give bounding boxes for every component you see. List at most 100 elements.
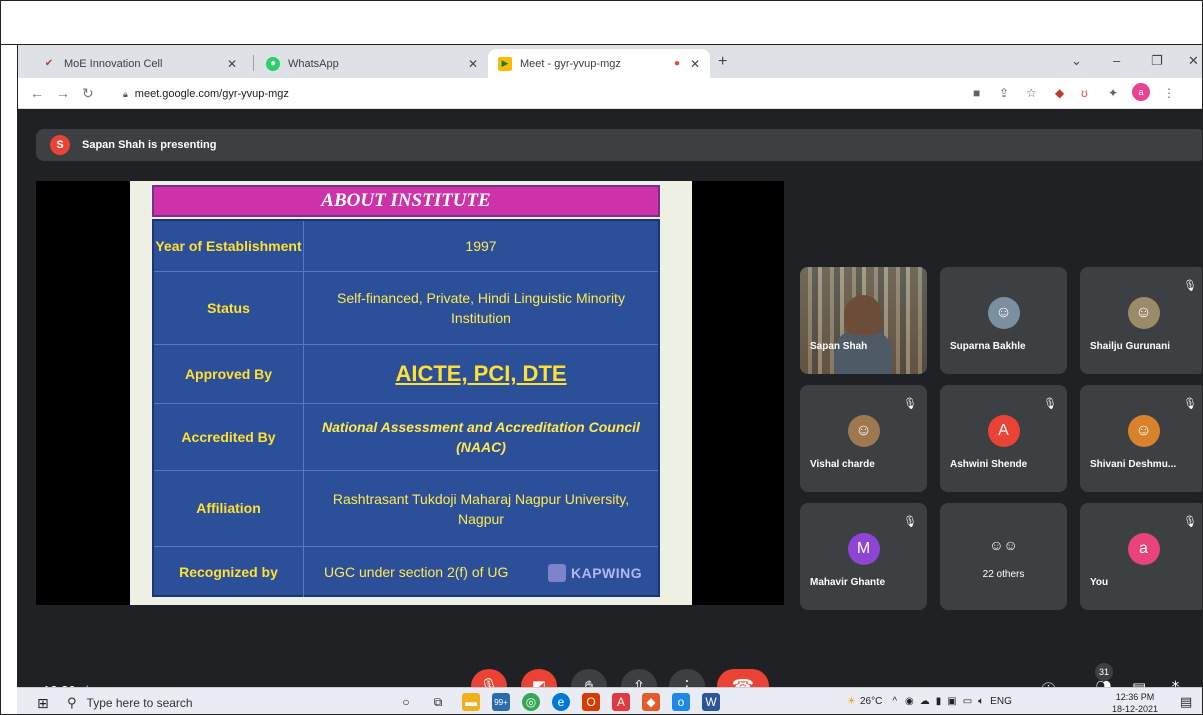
system-tray: ☀︎ 26°C ^ ◉ ☁︎ ▮ ▣ ▭ 🔈︎ ENG: [847, 696, 1012, 707]
shared-screen: ABOUT INSTITUTE Year of Establishment 19…: [36, 181, 784, 605]
taskbar-search[interactable]: ⚲ Type here to search: [67, 692, 397, 714]
taskbar-clock[interactable]: 12:36 PM 18-12-2021: [1112, 691, 1159, 714]
video-person-head: [844, 295, 882, 335]
pdf-icon[interactable]: A: [612, 693, 630, 711]
tab-title: WhatsApp: [288, 57, 339, 70]
back-icon[interactable]: ←: [30, 85, 44, 101]
chevron-up-icon[interactable]: ^: [892, 696, 897, 707]
camera-indicator-icon[interactable]: ■: [973, 86, 980, 100]
tray-app-icon[interactable]: ◉: [905, 696, 914, 707]
close-icon[interactable]: ✕: [468, 57, 478, 71]
tab-meet[interactable]: ▶ Meet - gyr-yvup-mgz ● ✕: [488, 49, 710, 78]
mic-off-icon: 🎙︎: [1183, 280, 1197, 292]
screenshot-frame: ✔ MoE Innovation Cell ✕ ● WhatsApp ✕ ▶ M…: [0, 0, 1203, 715]
language-indicator[interactable]: ENG: [990, 696, 1012, 707]
office-icon[interactable]: O: [582, 693, 600, 711]
participant-name: Shivani Deshmu...: [1090, 459, 1177, 470]
minimize-icon[interactable]: –: [1113, 53, 1120, 68]
row-value: Self-financed, Private, Hindi Linguistic…: [337, 290, 625, 326]
profile-photo: ☺: [1127, 415, 1160, 447]
row-label: Year of Establishment: [154, 221, 304, 271]
mic-off-icon: 🎙︎: [903, 516, 917, 528]
whatsapp-icon: ●: [266, 56, 280, 71]
participant-name: Shailju Gurunani: [1090, 341, 1171, 352]
participant-name: Sapan Shah: [810, 341, 868, 352]
extension-icon[interactable]: ʊ: [1081, 86, 1088, 100]
share-icon[interactable]: ⇪: [999, 86, 1009, 100]
address-toolbar: ← → ↻ 🔒︎ meet.google.com/gyr-yvup-mgz ■ …: [18, 78, 1202, 109]
avatar: M: [847, 533, 880, 565]
maximize-icon[interactable]: ❐: [1151, 53, 1163, 69]
battery-icon[interactable]: ▭: [963, 696, 972, 707]
volume-icon[interactable]: 🔈︎: [978, 696, 984, 707]
word-icon[interactable]: W: [702, 693, 720, 711]
slide-row: Approved By AICTE, PCI, DTE: [154, 345, 658, 404]
close-icon[interactable]: ✕: [227, 57, 237, 71]
bookmark-star-icon[interactable]: ☆: [1026, 86, 1037, 100]
store-icon[interactable]: 99+: [492, 693, 510, 711]
participant-name: You: [1090, 577, 1109, 588]
windows-start-icon[interactable]: ⊞: [37, 695, 49, 712]
participant-tile[interactable]: ☺ Suparna Bakhle: [940, 267, 1067, 374]
reload-icon[interactable]: ↻: [82, 85, 94, 102]
avatar: A: [987, 415, 1020, 447]
window-close-icon[interactable]: ✕: [1188, 53, 1199, 69]
onedrive-icon[interactable]: ☁︎: [920, 696, 930, 707]
app-icon[interactable]: ◆: [642, 693, 660, 711]
slide-row: Year of Establishment 1997: [154, 221, 658, 272]
participant-tile[interactable]: 🎙︎ ☺ Vishal charde: [800, 385, 927, 492]
notifications-icon[interactable]: ▤: [1180, 694, 1192, 710]
tab-whatsapp[interactable]: ● WhatsApp ✕: [256, 49, 488, 78]
row-label: Approved By: [154, 345, 304, 403]
usb-icon[interactable]: ▮: [936, 696, 942, 707]
participant-name: Ashwini Shende: [950, 459, 1028, 470]
profile-avatar[interactable]: a: [1132, 83, 1150, 101]
row-value: 1997: [465, 238, 497, 254]
presenting-banner: S Sapan Shah is presenting: [36, 129, 1202, 161]
close-icon[interactable]: ✕: [690, 57, 700, 71]
profile-photo: ☺: [987, 297, 1020, 329]
video-person: [834, 331, 892, 374]
participant-tile[interactable]: 🎙︎ ☺ Shivani Deshmu...: [1080, 385, 1202, 492]
network-icon[interactable]: ▣: [947, 696, 956, 707]
participant-tile[interactable]: ☺☺ 22 others: [940, 503, 1067, 610]
participant-tile[interactable]: 🎙︎ ☺ Shailju Gurunani: [1080, 267, 1202, 374]
meet-icon: ▶: [498, 56, 512, 71]
avatar: a: [1127, 533, 1160, 565]
presenting-text: Sapan Shah is presenting: [82, 139, 217, 151]
more-menu-icon[interactable]: ⋮: [1163, 86, 1175, 100]
moe-icon: ✔: [44, 58, 54, 69]
tab-moe[interactable]: ✔ MoE Innovation Cell ✕: [32, 49, 247, 78]
tab-search-icon[interactable]: ⌄: [1071, 53, 1082, 69]
extension-icon[interactable]: ◆: [1055, 86, 1064, 100]
participant-name: Mahavir Ghante: [810, 577, 886, 588]
participant-tile[interactable]: 🎙︎ M Mahavir Ghante: [800, 503, 927, 610]
chrome-icon[interactable]: ◎: [522, 693, 540, 711]
participant-tile[interactable]: 🎙︎ A Ashwini Shende: [940, 385, 1067, 492]
kapwing-watermark: KAPWING: [548, 561, 678, 585]
cortana-icon[interactable]: ○: [397, 693, 415, 711]
new-tab-button[interactable]: +: [718, 53, 727, 71]
participant-tile[interactable]: 🎙︎ a You: [1080, 503, 1202, 610]
mic-off-icon: 🎙︎: [1183, 516, 1197, 528]
presentation-slide: ABOUT INSTITUTE Year of Establishment 19…: [130, 181, 692, 605]
task-view-icon[interactable]: ⧉: [429, 693, 447, 711]
file-explorer-icon[interactable]: ▬: [462, 693, 480, 711]
extensions-puzzle-icon[interactable]: ✦: [1108, 86, 1118, 100]
row-value: AICTE, PCI, DTE: [395, 361, 567, 386]
edge-icon[interactable]: e: [552, 693, 570, 711]
participant-tile[interactable]: Sapan Shah: [800, 267, 927, 374]
participant-name: Suparna Bakhle: [950, 341, 1026, 352]
outlook-icon[interactable]: o: [672, 693, 690, 711]
participant-name: 22 others: [982, 569, 1025, 580]
clock-date: 18-12-2021: [1112, 704, 1159, 714]
slide-table: Year of Establishment 1997 Status Self-f…: [152, 219, 660, 597]
row-label: Affiliation: [154, 471, 304, 546]
address-bar[interactable]: 🔒︎ meet.google.com/gyr-yvup-mgz: [123, 83, 943, 105]
tab-title: MoE Innovation Cell: [64, 57, 163, 70]
weather-text[interactable]: 26°C: [860, 696, 882, 707]
group-avatars-icon: ☺☺: [989, 537, 1018, 553]
forward-icon[interactable]: →: [56, 85, 70, 101]
tab-divider: [253, 55, 254, 71]
slide-row: Accredited By National Assessment and Ac…: [154, 404, 658, 471]
